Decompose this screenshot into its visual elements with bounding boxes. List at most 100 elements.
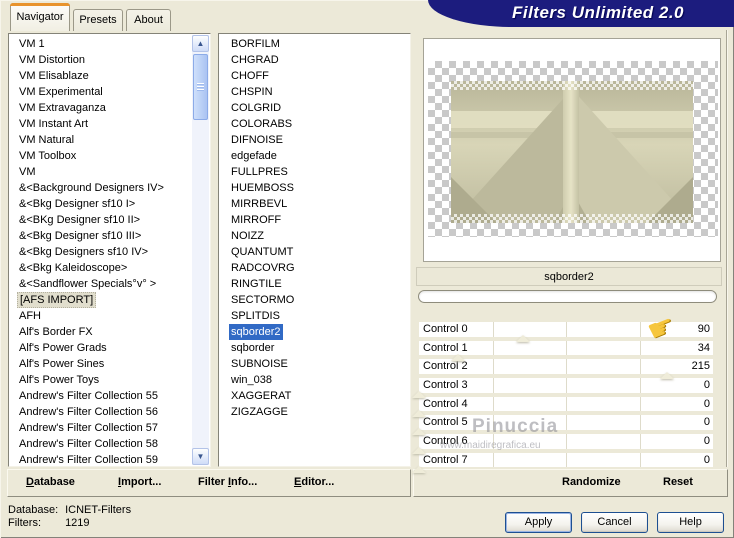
category-list-item[interactable]: VM 1 xyxy=(9,36,190,52)
apply-button[interactable]: Apply xyxy=(505,512,572,533)
command-button[interactable]: Database xyxy=(26,476,75,488)
slider-thumb-icon[interactable] xyxy=(412,391,426,399)
reset-button[interactable]: Reset xyxy=(663,476,693,488)
control-slider-row[interactable]: Control 5 0 xyxy=(412,415,713,436)
category-list-item[interactable]: &<Bkg Designers sf10 IV> xyxy=(9,244,190,260)
category-list-item[interactable]: Andrew's Filter Collection 55 xyxy=(9,388,190,404)
control-label: Control 5 xyxy=(423,416,468,429)
category-list-item[interactable]: VM Experimental xyxy=(9,84,190,100)
control-value: 0 xyxy=(703,379,710,392)
tick-mark xyxy=(639,415,641,430)
slider-thumb-icon[interactable] xyxy=(451,353,466,361)
database-label: Database: xyxy=(8,504,59,516)
category-list-item[interactable]: VM Natural xyxy=(9,132,190,148)
tick-mark xyxy=(639,322,641,337)
control-slider-row[interactable]: Control 3 0 xyxy=(412,378,713,399)
category-list-item[interactable]: Alf's Power Sines xyxy=(9,356,190,372)
filter-list-item[interactable]: COLORABS xyxy=(219,116,410,132)
filter-list-item[interactable]: ZIGZAGGE xyxy=(219,404,410,420)
filter-list-item[interactable]: SUBNOISE xyxy=(219,356,410,372)
filter-list-item[interactable]: edgefade xyxy=(219,148,410,164)
category-list-item[interactable]: VM xyxy=(9,164,190,180)
cancel-button[interactable]: Cancel xyxy=(581,512,648,533)
control-slider-row[interactable]: Control 2 215 xyxy=(419,359,713,380)
slider-track[interactable]: Control 7 0 xyxy=(419,452,713,468)
tab-about[interactable]: About xyxy=(126,9,171,31)
command-bar: Database Import... Filter Info... Editor… xyxy=(7,469,411,497)
slider-track[interactable]: Control 4 0 xyxy=(419,396,713,412)
category-list-item[interactable]: VM Extravaganza xyxy=(9,100,190,116)
category-list-item[interactable]: &<Bkg Designer sf10 I> xyxy=(9,196,190,212)
filter-list-item[interactable]: SPLITDIS xyxy=(219,308,410,324)
tab-presets[interactable]: Presets xyxy=(73,9,123,31)
category-list-item[interactable]: Andrew's Filter Collection 59 xyxy=(9,452,190,466)
filter-list-item[interactable]: CHGRAD xyxy=(219,52,410,68)
category-list-item[interactable]: &<Background Designers IV> xyxy=(9,180,190,196)
category-list-item[interactable]: VM Elisablaze xyxy=(9,68,190,84)
tick-mark xyxy=(492,396,494,412)
app-title-banner: Filters Unlimited 2.0 xyxy=(428,0,734,27)
scroll-down-icon[interactable]: ▼ xyxy=(192,448,209,465)
category-list-item[interactable]: VM Instant Art xyxy=(9,116,190,132)
slider-thumb-icon[interactable] xyxy=(515,335,530,342)
control-slider-row[interactable]: Control 4 0 xyxy=(412,396,713,417)
category-list-item[interactable]: AFH xyxy=(9,308,190,324)
filter-list-item[interactable]: sqborder2 xyxy=(219,324,410,340)
category-list-item[interactable]: &<Bkg Kaleidoscope> xyxy=(9,260,190,276)
filter-list-item[interactable]: SECTORMO xyxy=(219,292,410,308)
command-button[interactable]: Filter Info... xyxy=(198,476,257,488)
slider-thumb-icon[interactable] xyxy=(412,447,426,455)
filter-list-item[interactable]: MIRRBEVL xyxy=(219,196,410,212)
tick-mark xyxy=(492,359,494,374)
filter-list-item[interactable]: COLGRID xyxy=(219,100,410,116)
slider-track[interactable]: Control 3 0 xyxy=(419,378,713,393)
tick-mark xyxy=(566,396,567,412)
filter-list-item[interactable]: NOIZZ xyxy=(219,228,410,244)
filter-list-item[interactable]: DIFNOISE xyxy=(219,132,410,148)
slider-thumb-icon[interactable] xyxy=(659,372,674,380)
tab-navigator[interactable]: Navigator xyxy=(10,3,70,31)
slider-track[interactable]: Control 5 0 xyxy=(419,415,713,430)
category-scrollbar[interactable]: ▲ ▼ xyxy=(192,35,209,465)
control-value: 0 xyxy=(703,435,710,448)
filter-list-item[interactable]: XAGGERAT xyxy=(219,388,410,404)
category-list-item[interactable]: &<BKg Designer sf10 II> xyxy=(9,212,190,228)
command-button[interactable]: Editor... xyxy=(294,476,334,488)
category-list-item[interactable]: VM Distortion xyxy=(9,52,190,68)
category-list-item[interactable]: Alf's Power Toys xyxy=(9,372,190,388)
app-title: Filters Unlimited 2.0 xyxy=(511,3,685,22)
slider-thumb-icon[interactable] xyxy=(412,428,426,436)
filter-list-item[interactable]: sqborder xyxy=(219,340,410,356)
scrollbar-thumb[interactable] xyxy=(193,54,208,120)
category-list-item[interactable]: Alf's Power Grads xyxy=(9,340,190,356)
control-slider-row[interactable]: Control 7 0 xyxy=(412,452,713,473)
filter-preview-image xyxy=(451,81,693,223)
category-list-item[interactable]: Andrew's Filter Collection 56 xyxy=(9,404,190,420)
filter-list-item[interactable]: FULLPRES xyxy=(219,164,410,180)
randomize-button[interactable]: Randomize xyxy=(562,476,621,488)
filter-list-item[interactable]: HUEMBOSS xyxy=(219,180,410,196)
help-button[interactable]: Help xyxy=(657,512,724,533)
tick-mark xyxy=(492,452,494,468)
scroll-up-icon[interactable]: ▲ xyxy=(192,35,209,52)
filter-list-item[interactable]: RINGTILE xyxy=(219,276,410,292)
filter-list-item[interactable]: BORFILM xyxy=(219,36,410,52)
category-list-item[interactable]: &<Bkg Designer sf10 III> xyxy=(9,228,190,244)
filter-list-item[interactable]: RADCOVRG xyxy=(219,260,410,276)
command-button[interactable]: Import... xyxy=(118,476,161,488)
filters-unlimited-dialog: Filters Unlimited 2.0 Navigator Presets … xyxy=(0,0,734,538)
preview-box xyxy=(423,38,721,262)
filter-list-item[interactable]: CHOFF xyxy=(219,68,410,84)
filter-list-item[interactable]: win_038 xyxy=(219,372,410,388)
slider-thumb-icon[interactable] xyxy=(412,409,426,417)
slider-thumb-icon[interactable] xyxy=(412,465,426,473)
category-list-item[interactable]: &<Sandflower Specials°v° > xyxy=(9,276,190,292)
filter-list-item[interactable]: MIRROFF xyxy=(219,212,410,228)
category-list-item[interactable]: Alf's Border FX xyxy=(9,324,190,340)
category-list-item[interactable]: Andrew's Filter Collection 58 xyxy=(9,436,190,452)
category-list-item[interactable]: Andrew's Filter Collection 57 xyxy=(9,420,190,436)
filter-list-item[interactable]: CHSPIN xyxy=(219,84,410,100)
category-list-item[interactable]: VM Toolbox xyxy=(9,148,190,164)
category-list-item[interactable]: [AFS IMPORT] xyxy=(9,292,190,308)
filter-list-item[interactable]: QUANTUMT xyxy=(219,244,410,260)
